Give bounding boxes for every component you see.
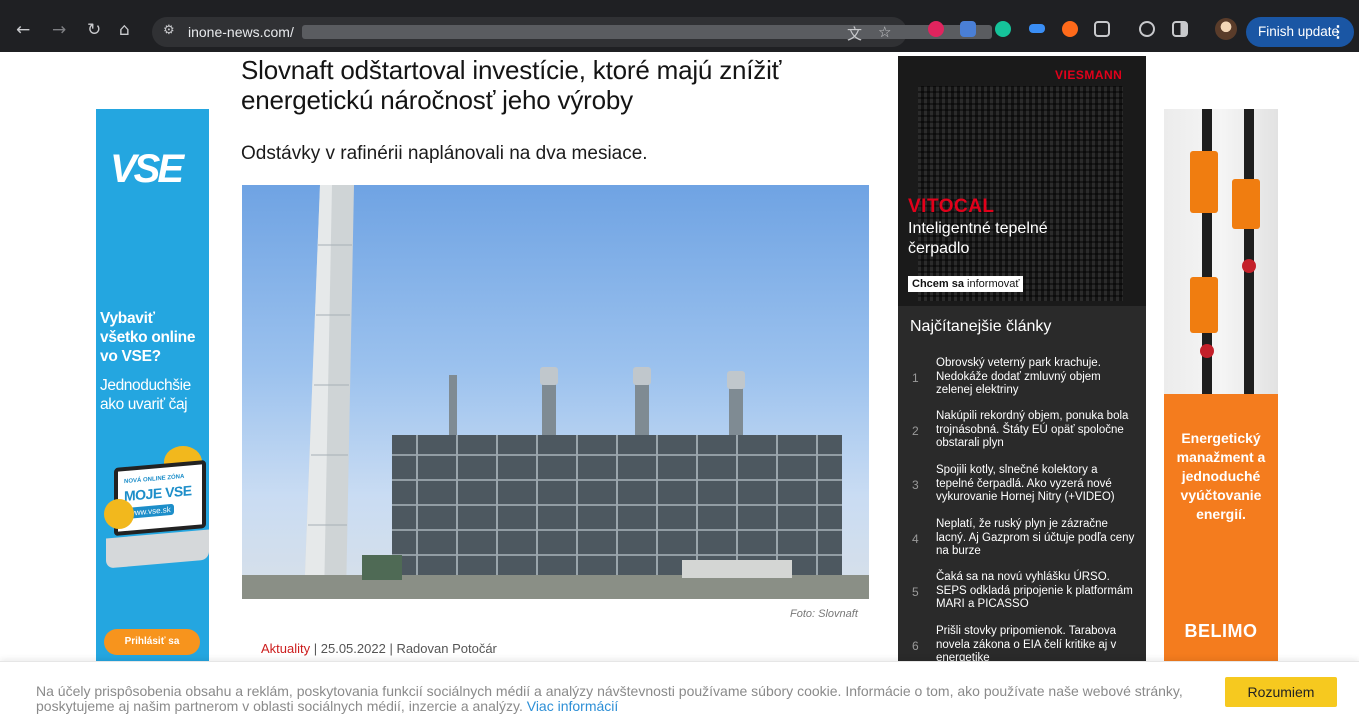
article-headline: Slovnaft odštartoval investície, ktoré m…: [241, 55, 782, 115]
profile-avatar[interactable]: [1215, 18, 1237, 40]
heat-pump-grille: [918, 86, 1123, 301]
cookie-consent-bar: Na účely prispôsobenia obsahu a reklám, …: [0, 661, 1359, 727]
actuator-illustration: [1190, 277, 1218, 333]
cookie-accept-button[interactable]: Rozumiem: [1225, 677, 1337, 707]
most-read-number: 2: [912, 424, 919, 438]
bookmark-star-icon[interactable]: ☆: [878, 23, 891, 41]
most-read-link[interactable]: Čaká sa na novú vyhlášku ÚRSO. SEPS odkl…: [936, 571, 1136, 612]
meta-separator: |: [385, 641, 397, 656]
actuator-illustration: [1190, 151, 1218, 213]
vse-ad-subline: Jednoduchšie ako uvariť čaj: [100, 377, 191, 413]
valve-actuator-illustration: [1164, 109, 1278, 394]
vitocal-tagline: Inteligentné tepelné čerpadlo: [908, 220, 1048, 257]
vse-logo: VSE: [110, 147, 184, 191]
finish-update-label: Finish update: [1258, 24, 1340, 39]
most-read-number: 1: [912, 371, 919, 385]
vse-ad-headline: Vybaviť všetko online vo VSE?: [100, 310, 196, 365]
grammarly-icon[interactable]: [995, 21, 1011, 37]
photo-caption: Foto: Slovnaft: [790, 608, 858, 620]
valve-illustration: [1200, 344, 1214, 358]
most-read-number: 6: [912, 639, 919, 653]
most-read-link[interactable]: Prišli stovky pripomienok. Tarabova nove…: [936, 625, 1136, 666]
vitocal-title: VITOCAL: [908, 196, 995, 217]
vse-advertisement[interactable]: VSE Vybaviť všetko online vo VSE? Jednod…: [96, 109, 209, 669]
sidepanel-icon[interactable]: [1172, 21, 1188, 37]
home-icon[interactable]: ⌂: [119, 20, 130, 40]
teapot-body-illustration: [104, 499, 134, 529]
most-read-panel: Najčítanejšie články 1 Obrovský veterný …: [898, 306, 1146, 669]
viessmann-cta-button[interactable]: Chcem sa informovať: [908, 276, 1024, 292]
most-read-number: 5: [912, 585, 919, 599]
article-date: 25.05.2022: [320, 641, 386, 656]
cookie-more-info-link[interactable]: Viac informácií: [527, 698, 619, 714]
browser-menu-icon[interactable]: ⋮: [1330, 22, 1346, 42]
valve-illustration: [1242, 259, 1256, 273]
viessmann-advertisement[interactable]: VIESMANN VITOCAL Inteligentné tepelné če…: [898, 56, 1146, 306]
actuator-illustration: [1232, 179, 1260, 229]
cta-text: informovať: [963, 278, 1020, 290]
finish-update-button[interactable]: Finish update ⋮: [1246, 17, 1354, 47]
most-read-number: 4: [912, 532, 919, 546]
article-category-link[interactable]: Aktuality: [261, 641, 310, 656]
article-photo-refinery: [242, 185, 869, 599]
most-read-link[interactable]: Nakúpili rekordný objem, ponuka bola tro…: [936, 410, 1136, 451]
cta-bold-text: Chcem sa: [912, 278, 964, 290]
back-icon[interactable]: ←: [16, 20, 30, 40]
puzzle-icon[interactable]: [1094, 21, 1110, 37]
most-read-title: Najčítanejšie články: [910, 318, 1052, 335]
browser-toolbar: ← → ↻ ⌂ ⚙ inone-news.com/ 文 ☆ Finish upd…: [0, 0, 1359, 52]
sync-icon[interactable]: [1139, 21, 1155, 37]
address-bar[interactable]: ⚙ inone-news.com/ 文 ☆: [152, 17, 992, 47]
zone-name: MOJE VSE: [124, 482, 192, 505]
forward-icon[interactable]: →: [52, 20, 66, 40]
translate-ext-icon[interactable]: [960, 21, 976, 37]
site-info-icon[interactable]: ⚙: [163, 23, 175, 38]
url-text[interactable]: inone-news.com/: [188, 24, 294, 40]
most-read-link[interactable]: Obrovský veterný park krachuje. Nedokáže…: [936, 357, 1136, 398]
meta-separator: |: [310, 641, 321, 656]
pipe-illustration: [1244, 109, 1254, 394]
article-subheadline: Odstávky v rafinérii naplánovali na dva …: [241, 143, 648, 164]
article-author[interactable]: Radovan Potočár: [396, 641, 496, 656]
vse-login-button[interactable]: Prihlásiť sa: [104, 629, 200, 655]
firefox-ext-icon[interactable]: [1062, 21, 1078, 37]
refinery-illustration: [242, 185, 869, 599]
opera-icon[interactable]: [928, 21, 944, 37]
belimo-ad-text: Energetický manažment a jednoduché vyúčt…: [1176, 430, 1266, 522]
translate-icon[interactable]: 文: [847, 23, 862, 44]
article-meta: Aktuality | 25.05.2022 | Radovan Potočár: [261, 641, 497, 656]
belimo-advertisement[interactable]: Energetický manažment a jednoduché vyúčt…: [1164, 109, 1278, 669]
cookie-message: Na účely prispôsobenia obsahu a reklám, …: [36, 684, 1206, 714]
screen-ext-icon[interactable]: [1029, 24, 1045, 33]
reload-icon[interactable]: ↻: [87, 20, 101, 40]
belimo-logo: BELIMO: [1184, 621, 1258, 641]
most-read-number: 3: [912, 478, 919, 492]
most-read-link[interactable]: Spojili kotly, slnečné kolektory a tepel…: [936, 464, 1136, 505]
most-read-link[interactable]: Neplatí, že ruský plyn je zázračne lacný…: [936, 518, 1136, 559]
viessmann-logo: VIESMANN: [1055, 68, 1123, 82]
